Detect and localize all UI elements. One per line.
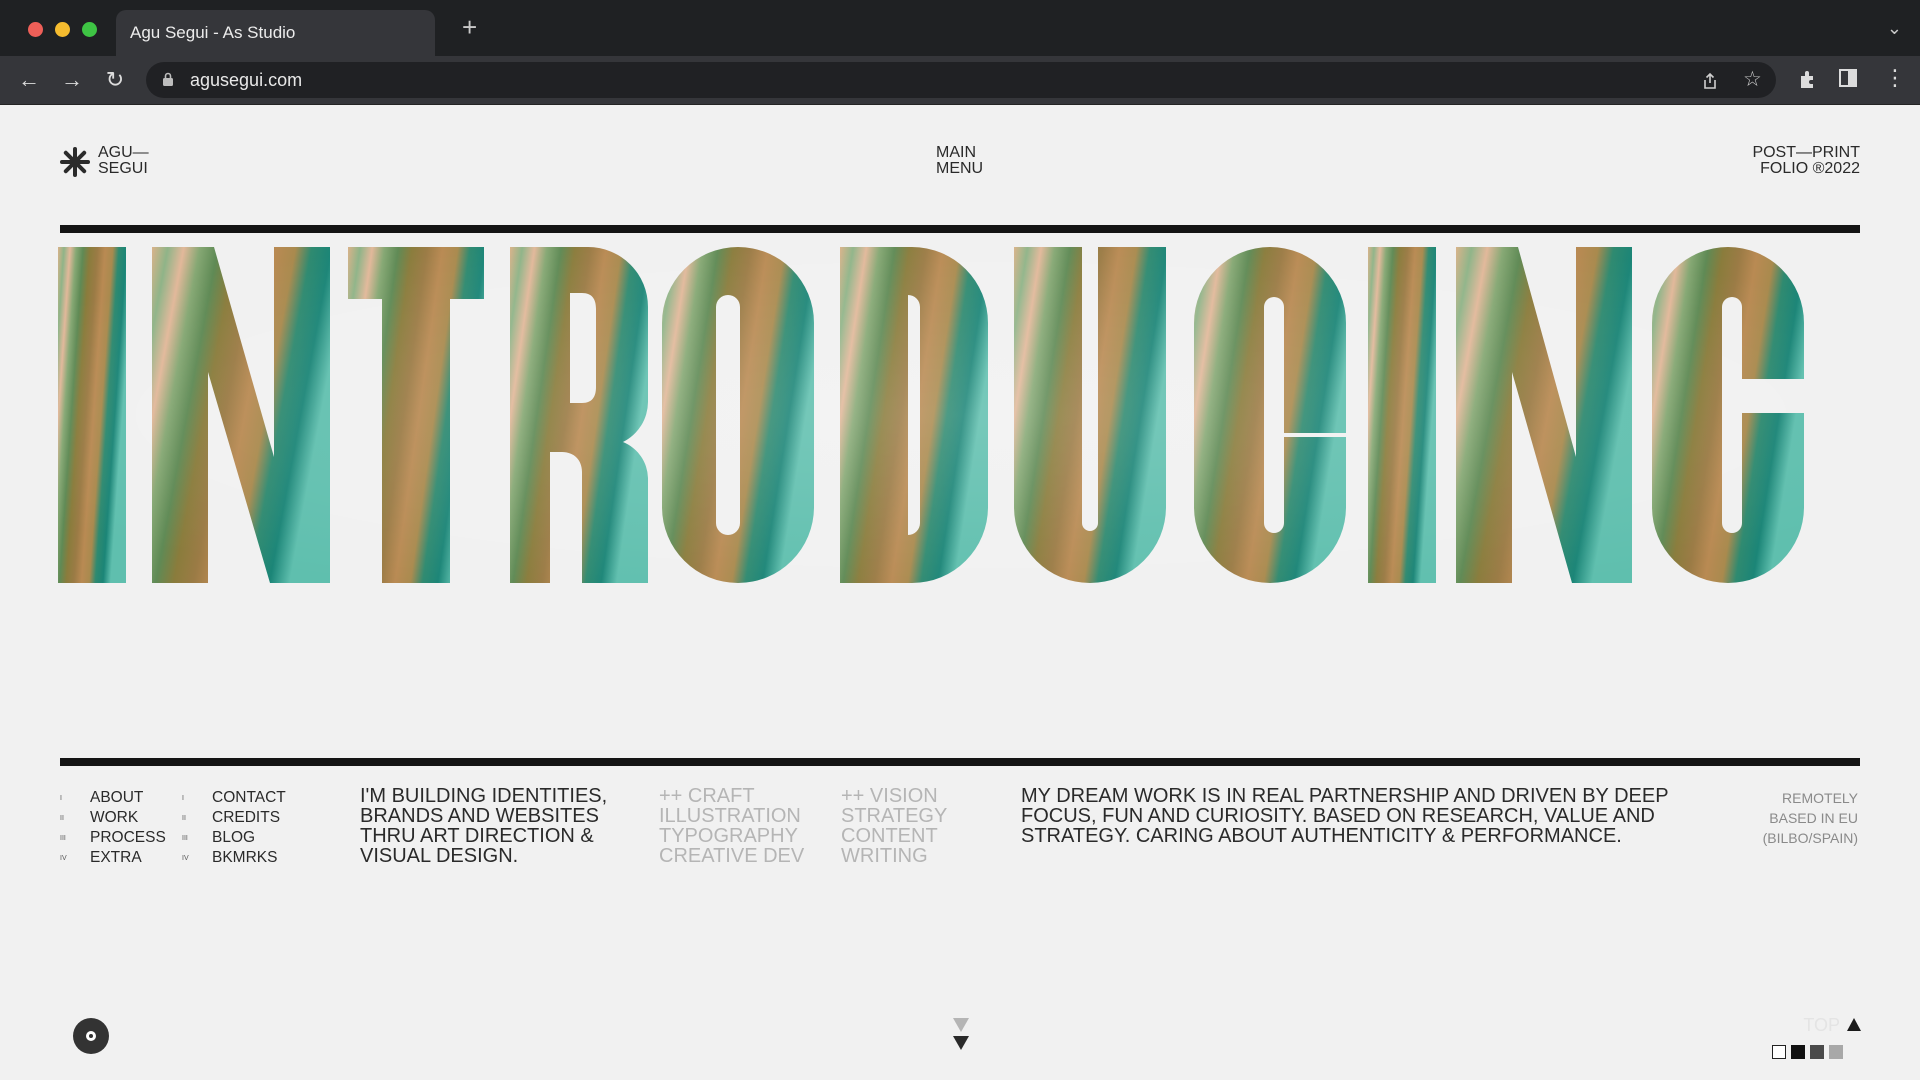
logo-line-2: SEGUI — [98, 160, 148, 177]
back-arrow-icon[interactable]: ← — [15, 66, 43, 94]
folio-label: POST—PRINT FOLIO ®2022 — [1752, 145, 1860, 177]
logo-text: AGU— SEGUI — [98, 145, 149, 177]
location-line: (BILBO/SPAIN) — [1762, 830, 1858, 846]
nav-label: BKMRKS — [212, 849, 278, 866]
nav-label: CREDITS — [212, 809, 281, 826]
intro-line: BRANDS AND WEBSITES — [360, 805, 599, 827]
dream-line: MY DREAM WORK IS IN REAL PARTNERSHIP AND… — [1021, 785, 1669, 807]
top-divider — [60, 225, 1860, 233]
bottom-divider — [60, 758, 1860, 766]
logo-line-1: AGU— — [98, 144, 149, 161]
vision-heading: ++ VISION — [841, 785, 938, 807]
kebab-menu-icon[interactable]: ⋮ — [1884, 66, 1906, 90]
theme-swatch-black[interactable] — [1791, 1045, 1805, 1059]
folio-line-1: POST—PRINT — [1752, 144, 1860, 161]
nav-number: I — [60, 795, 62, 802]
craft-item: TYPOGRAPHY — [659, 825, 798, 847]
craft-item: ILLUSTRATION — [659, 805, 801, 827]
plus-icon[interactable]: + — [462, 14, 477, 40]
vision-item: STRATEGY — [841, 805, 948, 827]
nav-label: CONTACT — [212, 789, 286, 806]
vision-list: ++ VISION STRATEGY CONTENT WRITING — [841, 786, 947, 866]
nav-label: ABOUT — [90, 789, 144, 806]
record-icon — [86, 1031, 96, 1041]
star-icon[interactable]: ☆ — [1743, 67, 1762, 92]
website-page: AGU— SEGUI MAIN MENU POST—PRINT FOLIO ®2… — [0, 105, 1920, 1080]
nav-number: II — [60, 815, 64, 822]
nav-label: BLOG — [212, 829, 256, 846]
dream-statement: MY DREAM WORK IS IN REAL PARTNERSHIP AND… — [1021, 786, 1669, 846]
craft-list: ++ CRAFT ILLUSTRATION TYPOGRAPHY CREATIV… — [659, 786, 804, 866]
dream-line: FOCUS, FUN AND CURIOSITY. BASED ON RESEA… — [1021, 805, 1655, 827]
reload-icon[interactable]: ↻ — [101, 66, 129, 94]
theme-swatch-light-grey[interactable] — [1829, 1045, 1843, 1059]
url-text: agusegui.com — [190, 70, 303, 90]
hero-introducing-word — [58, 247, 1864, 583]
browser-tab[interactable]: Agu Segui - As Studio — [116, 10, 435, 56]
location-line: REMOTELY — [1782, 790, 1858, 806]
lock-icon — [163, 72, 173, 86]
nav-number: III — [60, 835, 66, 842]
theme-swatch-dark-grey[interactable] — [1810, 1045, 1824, 1059]
scroll-down-icon[interactable] — [952, 1017, 970, 1053]
craft-item: CREATIVE DEV — [659, 845, 805, 867]
intro-line: THRU ART DIRECTION & — [360, 825, 594, 847]
close-window-button[interactable] — [28, 22, 43, 37]
nav-label: PROCESS — [90, 829, 166, 846]
menu-line-2: MENU — [936, 160, 984, 177]
maximize-window-button[interactable] — [82, 22, 97, 37]
location-line: BASED IN EU — [1769, 810, 1858, 826]
browser-toolbar: ← → ↻ agusegui.com ☆ ⋮ — [0, 56, 1920, 105]
minimize-window-button[interactable] — [55, 22, 70, 37]
nav-number: I — [182, 795, 184, 802]
vision-item: CONTENT — [841, 825, 938, 847]
share-icon[interactable] — [1701, 72, 1719, 90]
browser-tab-bar: Agu Segui - As Studio + ⌄ — [0, 0, 1920, 56]
vision-item: WRITING — [841, 845, 928, 867]
nav-label: EXTRA — [90, 849, 142, 866]
extensions-icon[interactable] — [1797, 68, 1819, 90]
dream-line: STRATEGY. CARING ABOUT AUTHENTICITY & PE… — [1021, 825, 1622, 847]
back-to-top-group: TOP — [1772, 1015, 1862, 1065]
intro-line: VISUAL DESIGN. — [360, 845, 519, 867]
location-info: REMOTELY BASED IN EU (BILBO/SPAIN) — [1763, 788, 1858, 848]
nav-number: IV — [182, 855, 189, 862]
nav-number: II — [182, 815, 186, 822]
forward-arrow-icon[interactable]: → — [58, 66, 86, 94]
intro-line: I'M BUILDING IDENTITIES, — [360, 785, 608, 807]
theme-swatch-white[interactable] — [1772, 1045, 1786, 1059]
main-menu-button[interactable]: MAIN MENU — [936, 145, 983, 177]
nav-number: III — [182, 835, 188, 842]
chevron-down-icon[interactable]: ⌄ — [1887, 18, 1902, 39]
sound-toggle-button[interactable] — [73, 1018, 109, 1054]
craft-heading: ++ CRAFT — [659, 785, 755, 807]
sidebar-icon[interactable] — [1838, 68, 1858, 88]
folio-line-2: FOLIO ®2022 — [1760, 160, 1860, 177]
address-bar[interactable]: agusegui.com ☆ — [146, 62, 1776, 98]
intro-statement: I'M BUILDING IDENTITIES, BRANDS AND WEBS… — [360, 786, 607, 866]
nav-label: WORK — [90, 809, 139, 826]
tab-title: Agu Segui - As Studio — [130, 23, 296, 42]
arrow-up-icon[interactable] — [1846, 1017, 1862, 1033]
menu-line-1: MAIN — [936, 144, 976, 161]
top-label[interactable]: TOP — [1803, 1015, 1840, 1036]
asterisk-logo-icon — [60, 147, 90, 177]
nav-number: IV — [60, 855, 67, 862]
